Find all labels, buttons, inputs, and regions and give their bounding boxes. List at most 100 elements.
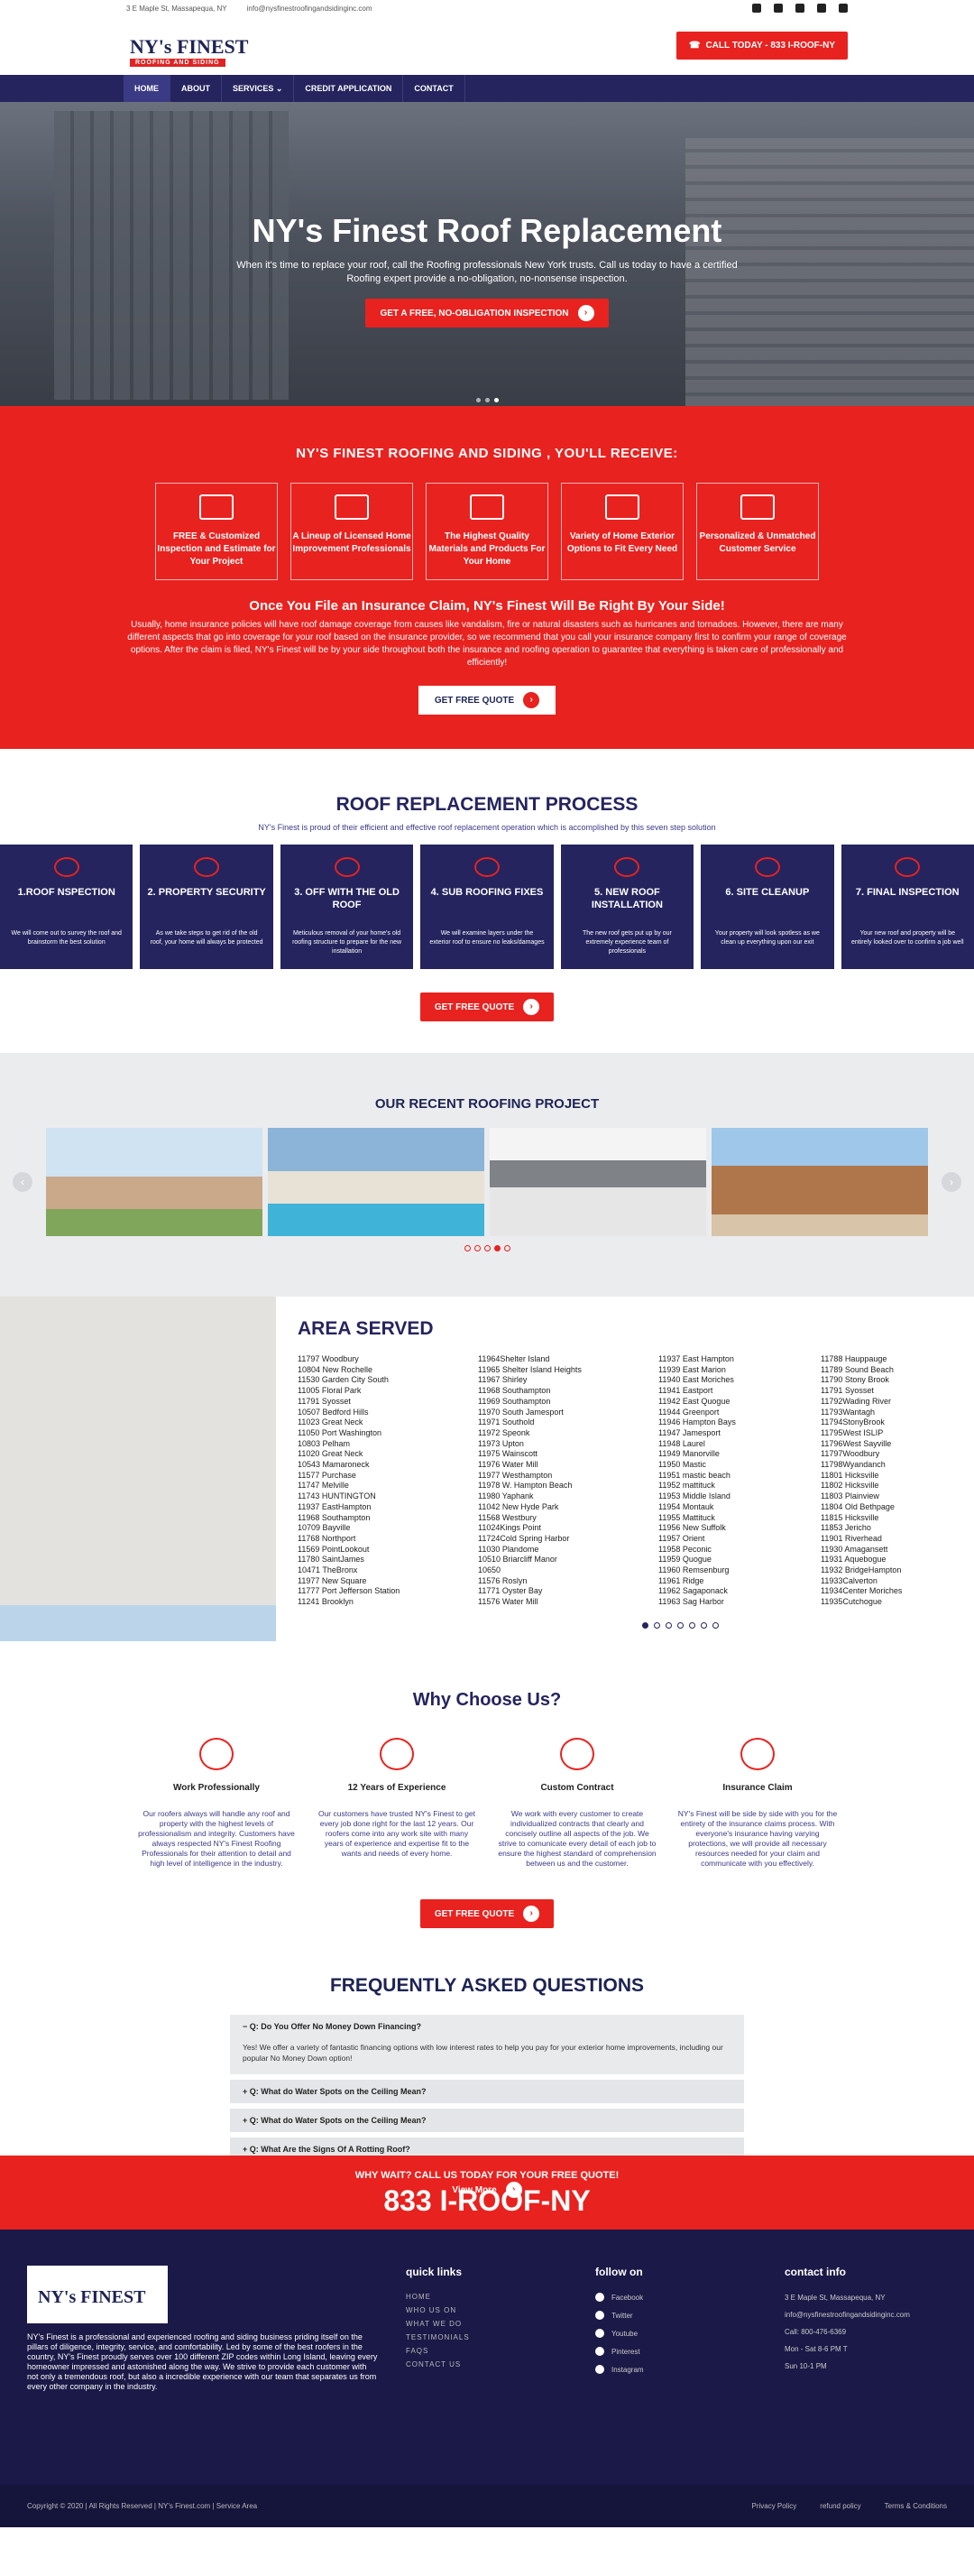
project-image[interactable]	[268, 1128, 484, 1236]
email-link[interactable]: info@nysfinestroofingandsidinginc.com	[247, 5, 372, 13]
faq-question[interactable]: − Q: Do You Offer No Money Down Financin…	[230, 2015, 744, 2038]
main-nav: HOME ABOUT SERVICES ⌄ CREDIT APPLICATION…	[0, 75, 974, 102]
cta-phone[interactable]: 833 I-ROOF-NY	[0, 2184, 974, 2218]
footer-address: 3 E Maple St, Massapequa, NY	[785, 2294, 886, 2302]
instagram-icon[interactable]	[774, 4, 783, 13]
faq-question[interactable]: + Q: What do Water Spots on the Ceiling …	[230, 2109, 744, 2132]
process-step: 4. SUB ROOFING FIXES We will examine laye…	[420, 845, 554, 969]
receive-section: NY'S FINEST ROOFING AND SIDING , YOU'LL …	[0, 406, 974, 749]
area-item: 11020 Great Neck	[298, 1449, 363, 1459]
area-item: 11959 Quogue	[658, 1555, 712, 1565]
area-item: 11977 Westhampton	[478, 1470, 553, 1480]
footer-email[interactable]: info@nysfinestroofingandsidinginc.com	[785, 2310, 956, 2320]
benefit-box: Variety of Home Exterior Options to Fit …	[561, 483, 684, 580]
area-item: 11241 Brooklyn	[298, 1597, 354, 1607]
faq-question[interactable]: + Q: What do Water Spots on the Ceiling …	[230, 2080, 744, 2103]
nav-about[interactable]: ABOUT	[170, 75, 222, 102]
area-item: 11934Center Moriches	[821, 1586, 903, 1596]
area-item: 11969 Southampton	[478, 1396, 551, 1406]
area-item: 11975 Wainscott	[478, 1449, 538, 1459]
nav-credit-application[interactable]: CREDIT APPLICATION	[294, 75, 404, 102]
area-item: 11972 Speonk	[478, 1427, 530, 1437]
footer-phone[interactable]: Call: 800-476-6369	[785, 2327, 956, 2337]
pinterest-icon	[595, 2347, 604, 2356]
refund-link[interactable]: refund policy	[820, 2502, 860, 2510]
area-item: 11792Wading River	[821, 1396, 892, 1406]
cta-text: WHY WAIT? CALL US TODAY FOR YOUR FREE QU…	[354, 2170, 620, 2181]
footer-link[interactable]: FAQS	[406, 2347, 595, 2355]
inspection-button[interactable]: GET A FREE, NO-OBLIGATION INSPECTION ›	[365, 299, 609, 328]
area-item: 10709 Bayville	[298, 1523, 351, 1533]
area-item: 11796West Sayville	[821, 1438, 892, 1448]
contact-title: contact info	[785, 2266, 846, 2278]
footer-link[interactable]: HOME	[406, 2293, 595, 2301]
project-image[interactable]	[712, 1128, 928, 1236]
next-arrow-icon[interactable]: ›	[942, 1172, 961, 1192]
process-step: 7. FINAL INSPECTION Your new roof and pro…	[841, 845, 974, 969]
free-quote-button[interactable]: GET FREE QUOTE ›	[419, 993, 555, 1021]
service-map[interactable]	[0, 1297, 276, 1641]
area-item: 11802 Hicksville	[821, 1481, 879, 1491]
worker-icon	[199, 1738, 234, 1770]
footer-link[interactable]: WHO US ON	[406, 2306, 595, 2314]
footer-social-youtube[interactable]: Youtube	[595, 2329, 785, 2338]
footer-about: NY's Finest is a professional and experi…	[27, 2332, 378, 2391]
footer-social-instagram[interactable]: Instagram	[595, 2365, 785, 2374]
area-item: 10804 New Rochelle	[298, 1364, 373, 1374]
footer-social-pinterest[interactable]: Pinterest	[595, 2347, 785, 2356]
area-item: 11931 Aquebogue	[821, 1555, 887, 1565]
terms-link[interactable]: Terms & Conditions	[885, 2502, 947, 2510]
area-item: 11788 Hauppauge	[821, 1354, 887, 1363]
free-quote-button[interactable]: GET FREE QUOTE ›	[419, 1899, 555, 1928]
phone-icon: ☎	[688, 41, 701, 51]
area-item: 11797 Woodbury	[298, 1354, 359, 1363]
twitter-icon[interactable]	[795, 4, 804, 13]
nav-services[interactable]: SERVICES ⌄	[222, 75, 295, 102]
area-item: 11780 SaintJames	[298, 1555, 364, 1565]
plus-icon: +	[243, 2116, 248, 2125]
nav-home[interactable]: HOME	[124, 75, 170, 102]
area-dots	[642, 1622, 719, 1629]
area-item: 10543 Mamaroneck	[298, 1460, 370, 1470]
process-step: 6. SITE CLEANUP Your property will look s…	[701, 845, 834, 969]
area-item: 11940 East Moriches	[658, 1375, 734, 1385]
social-links	[752, 4, 848, 13]
area-item: 11967 Shirley	[478, 1375, 528, 1385]
area-columns: 11797 Woodbury 10804 New Rochelle 11530 Ga…	[298, 1354, 974, 1608]
area-item: 11970 South Jamesport	[478, 1407, 564, 1417]
area-item: 11968 Southampton	[298, 1512, 371, 1522]
nav-contact[interactable]: CONTACT	[403, 75, 465, 102]
area-item: 10650	[478, 1565, 501, 1575]
project-image[interactable]	[490, 1128, 706, 1236]
why-item: 12 Years of Experience Our customers have…	[316, 1738, 478, 1869]
footer-social-twitter[interactable]: Twitter	[595, 2311, 785, 2320]
project-image[interactable]	[46, 1128, 262, 1236]
footer-social-facebook[interactable]: Facebook	[595, 2293, 785, 2302]
logo[interactable]: NY's FINEST ROOFING AND SIDING	[126, 23, 253, 69]
free-quote-button[interactable]: GET FREE QUOTE ›	[418, 686, 556, 715]
area-item: 11777 Port Jefferson Station	[298, 1586, 400, 1596]
area-item: 11577 Purchase	[298, 1470, 356, 1480]
faq-section: FREQUENTLY ASKED QUESTIONS − Q: Do You O…	[0, 1939, 974, 2204]
area-item: 11724Cold Spring Harbor	[478, 1533, 570, 1543]
prev-arrow-icon[interactable]: ‹	[13, 1172, 32, 1192]
footer-link[interactable]: CONTACT US	[406, 2360, 595, 2368]
area-item: 11798Wyandanch	[821, 1460, 886, 1470]
facebook-icon[interactable]	[752, 4, 761, 13]
area-item: 11790 Stony Brook	[821, 1375, 889, 1385]
linkedin-icon[interactable]	[817, 4, 826, 13]
area-item: 11576 Roslyn	[478, 1575, 528, 1585]
area-title: AREA SERVED	[298, 1318, 434, 1339]
footer-logo[interactable]: NY's FINEST	[27, 2266, 168, 2323]
area-item: 11942 East Quogue	[658, 1396, 730, 1406]
privacy-link[interactable]: Privacy Policy	[751, 2502, 796, 2510]
footer-link[interactable]: TESTIMONIALS	[406, 2333, 595, 2341]
area-item: 11948 Laurel	[658, 1438, 705, 1448]
youtube-icon[interactable]	[839, 4, 848, 13]
header: NY's FINEST ROOFING AND SIDING ☎ CALL TOD…	[0, 16, 974, 75]
process-step: 5. NEW ROOF INSTALLATION The new roof get…	[560, 845, 694, 969]
footer-link[interactable]: WHAT WE DO	[406, 2320, 595, 2328]
call-button[interactable]: ☎ CALL TODAY - 833 I-ROOF-NY	[675, 32, 848, 60]
area-item: 11023 Great Neck	[298, 1417, 363, 1427]
area-item: 11952 mattituck	[658, 1481, 715, 1491]
